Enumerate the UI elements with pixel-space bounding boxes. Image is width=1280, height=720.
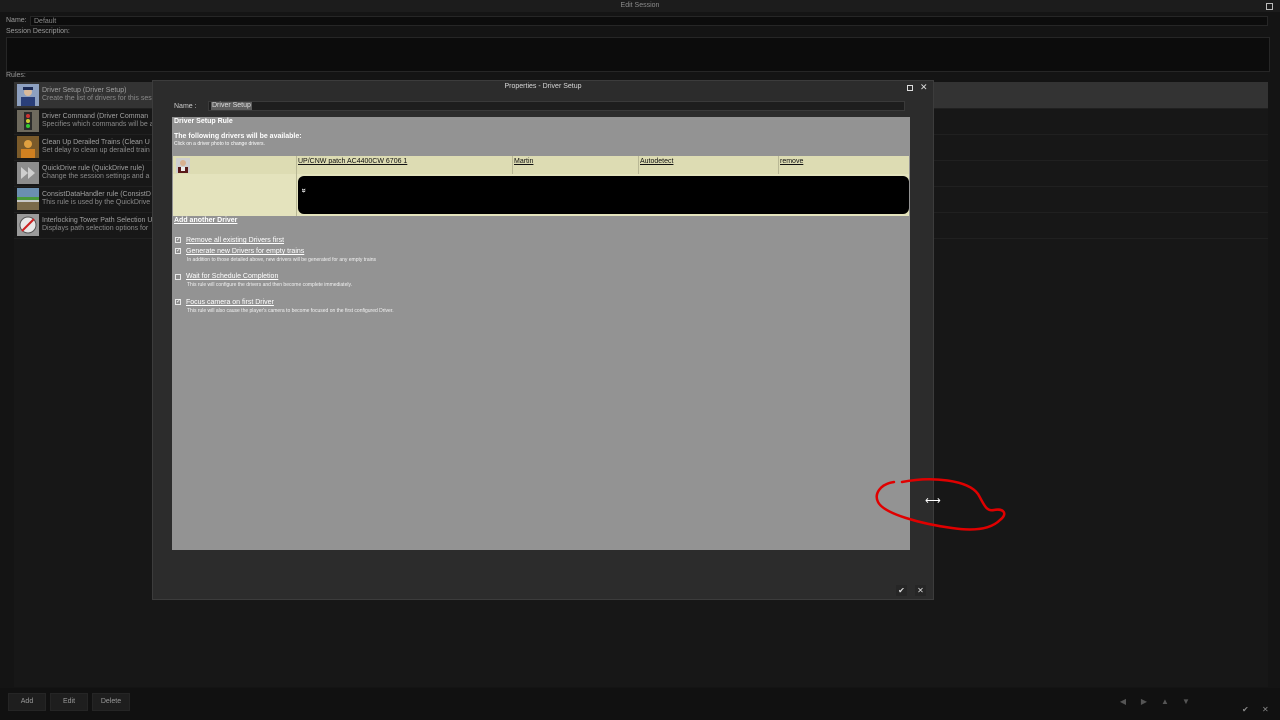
dialog-maximize-icon[interactable] [907, 85, 913, 91]
rule-description: Displays path selection options for [42, 225, 149, 232]
expand-chevron-icon[interactable]: » [300, 188, 309, 192]
driver-portrait-icon [17, 84, 39, 106]
worker-icon [17, 136, 39, 158]
dialog-name-label: Name : [174, 103, 197, 110]
session-name-input[interactable]: Default [30, 16, 1268, 26]
session-description-input[interactable] [6, 37, 1270, 72]
rule-title: Driver Command (Driver Comman [42, 113, 149, 120]
delete-rule-button[interactable]: Delete [92, 693, 130, 711]
dialog-name-input[interactable] [208, 101, 905, 111]
rule-description: Change the session settings and a [42, 173, 150, 180]
driver-commands-box[interactable] [298, 176, 909, 214]
driver-name-link[interactable]: Martin [514, 158, 533, 165]
dialog-title: Properties - Driver Setup [504, 83, 582, 90]
rule-title: Driver Setup (Driver Setup) [42, 87, 127, 94]
rule-description: Create the list of drivers for this ses [42, 95, 152, 102]
arrow-right-icon[interactable]: ▶ [1139, 697, 1149, 707]
driver-photo-icon[interactable] [176, 158, 190, 173]
drivers-available-heading: The following drivers will be available: [174, 133, 302, 140]
rules-label: Rules: [6, 72, 26, 79]
add-rule-button[interactable]: Add [8, 693, 46, 711]
window-maximize-icon[interactable] [1266, 3, 1273, 10]
arrow-up-icon[interactable]: ▲ [1160, 697, 1170, 707]
add-driver-link[interactable]: Add another Driver [174, 217, 237, 224]
rule-description: Specifies which commands will be a [42, 121, 154, 128]
generate-drivers-label[interactable]: Generate new Drivers for empty trains [186, 248, 304, 255]
edit-rule-button[interactable]: Edit [50, 693, 88, 711]
rule-heading: Driver Setup Rule [174, 118, 233, 125]
focus-camera-description: This rule will also cause the player's c… [187, 308, 394, 314]
dialog-cancel-button[interactable]: ✕ [915, 585, 926, 596]
rule-description: This rule is used by the QuickDrive [42, 199, 151, 206]
session-ok-icon[interactable]: ✔ [1242, 705, 1249, 714]
bottom-toolbar [0, 688, 1280, 720]
generate-drivers-checkbox[interactable]: ✓ [175, 248, 181, 254]
wait-schedule-description: This rule will configure the drivers and… [187, 282, 352, 288]
compass-icon [17, 214, 39, 236]
rule-title: ConsistDataHandler rule (ConsistD [42, 191, 151, 198]
focus-camera-label[interactable]: Focus camera on first Driver [186, 299, 274, 306]
window-title: Edit Session [0, 0, 1280, 12]
driver-mode-link[interactable]: Autodetect [640, 158, 673, 165]
arrow-left-icon[interactable]: ◀ [1118, 697, 1128, 707]
signal-light-icon [17, 110, 39, 132]
wait-schedule-checkbox[interactable] [175, 274, 181, 280]
rule-title: Clean Up Derailed Trains (Clean U [42, 139, 150, 146]
generate-drivers-description: In addition to those detailed above, new… [187, 257, 376, 263]
focus-camera-checkbox[interactable]: ✓ [175, 299, 181, 305]
session-description-label: Session Description: [6, 28, 70, 35]
dialog-close-icon[interactable]: ✕ [920, 81, 928, 93]
dialog-ok-button[interactable]: ✔ [896, 585, 907, 596]
rule-title: Interlocking Tower Path Selection U [42, 217, 153, 224]
arrow-down-icon[interactable]: ▼ [1181, 697, 1191, 707]
session-name-label: Name: [6, 17, 27, 24]
driver-train-link[interactable]: UP/CNW patch AC4400CW 6706 1 [298, 158, 407, 165]
red-annotation-circle [875, 478, 1006, 531]
rule-description: Set delay to clean up derailed train [42, 147, 150, 154]
driver-photo-hint: Click on a driver photo to change driver… [174, 141, 265, 147]
terrain-icon [17, 188, 39, 210]
remove-drivers-label[interactable]: Remove all existing Drivers first [186, 237, 284, 244]
fast-forward-icon [17, 162, 39, 184]
remove-drivers-checkbox[interactable]: ✓ [175, 237, 181, 243]
driver-remove-link[interactable]: remove [780, 158, 803, 165]
rule-title: QuickDrive rule (QuickDrive rule) [42, 165, 145, 172]
dialog-name-value[interactable]: Driver Setup [211, 102, 252, 110]
session-cancel-icon[interactable]: ✕ [1262, 705, 1269, 714]
wait-schedule-label[interactable]: Wait for Schedule Completion [186, 273, 278, 280]
